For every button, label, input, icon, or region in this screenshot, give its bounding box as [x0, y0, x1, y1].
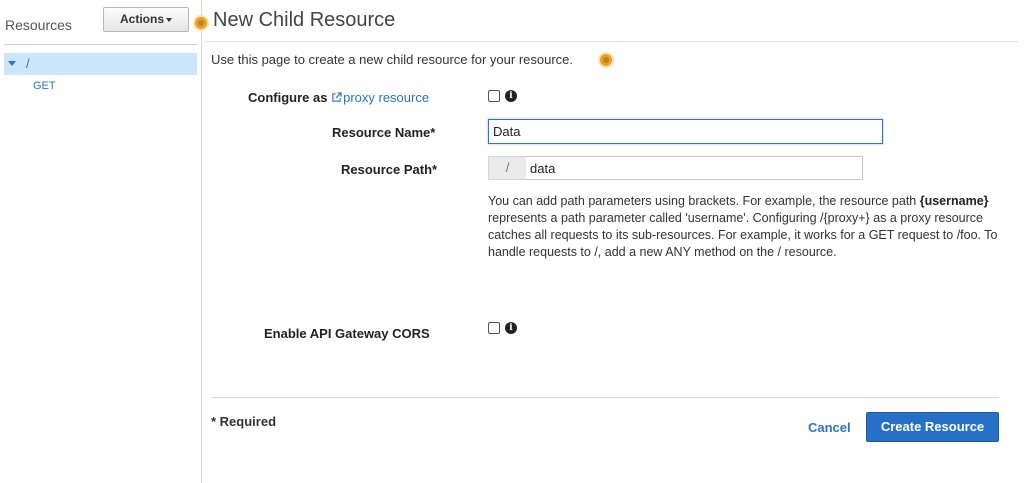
info-icon[interactable]: i	[505, 90, 517, 102]
page-title: New Child Resource	[213, 9, 396, 31]
configure-proxy-label: Configure as proxy resource	[248, 90, 429, 105]
tree-root-label: /	[26, 56, 30, 71]
required-note: * Required	[211, 414, 277, 429]
highlight-dot-icon	[600, 54, 612, 66]
create-resource-button[interactable]: Create Resource	[866, 412, 999, 442]
sidebar-title: Resources	[5, 17, 72, 33]
actions-label: Actions	[119, 12, 164, 26]
proxy-resource-link-text: proxy resource	[343, 90, 430, 105]
help-text-part2: represents a path parameter called 'user…	[488, 211, 998, 259]
sidebar-header: Resources Actions	[0, 0, 202, 44]
caret-down-icon	[166, 17, 172, 22]
info-icon[interactable]: i	[505, 322, 517, 334]
resource-path-input[interactable]	[526, 156, 863, 180]
footer-divider	[211, 397, 999, 398]
intro-text-content: Use this page to create a new child reso…	[211, 52, 574, 67]
proxy-resource-link[interactable]: proxy resource	[331, 90, 429, 105]
external-link-icon	[332, 92, 342, 102]
resource-name-input[interactable]	[488, 119, 883, 144]
resource-name-label: Resource Name*	[332, 125, 436, 140]
highlight-dot-icon	[195, 17, 207, 29]
tree-item-root[interactable]: /	[4, 53, 197, 75]
help-text-bold: {username}	[919, 194, 989, 208]
cors-checkbox[interactable]	[488, 322, 500, 334]
help-text-part1: You can add path parameters using bracke…	[488, 194, 920, 208]
path-help-text: You can add path parameters using bracke…	[488, 193, 1008, 261]
configure-proxy-checkbox[interactable]	[488, 90, 500, 102]
resource-path-prefix: /	[488, 156, 526, 180]
expand-triangle-icon[interactable]	[8, 61, 16, 66]
sidebar-divider	[4, 44, 197, 45]
intro-text: Use this page to create a new child reso…	[211, 52, 573, 67]
resources-sidebar: Resources Actions / GET	[0, 0, 202, 483]
cors-label: Enable API Gateway CORS	[264, 326, 430, 341]
configure-proxy-prefix: Configure as	[248, 90, 328, 105]
actions-dropdown-button[interactable]: Actions	[103, 7, 189, 32]
cancel-button[interactable]: Cancel	[808, 420, 851, 435]
resource-path-label: Resource Path*	[341, 162, 438, 177]
title-divider	[203, 41, 1018, 42]
tree-item-get-method[interactable]: GET	[33, 80, 56, 92]
